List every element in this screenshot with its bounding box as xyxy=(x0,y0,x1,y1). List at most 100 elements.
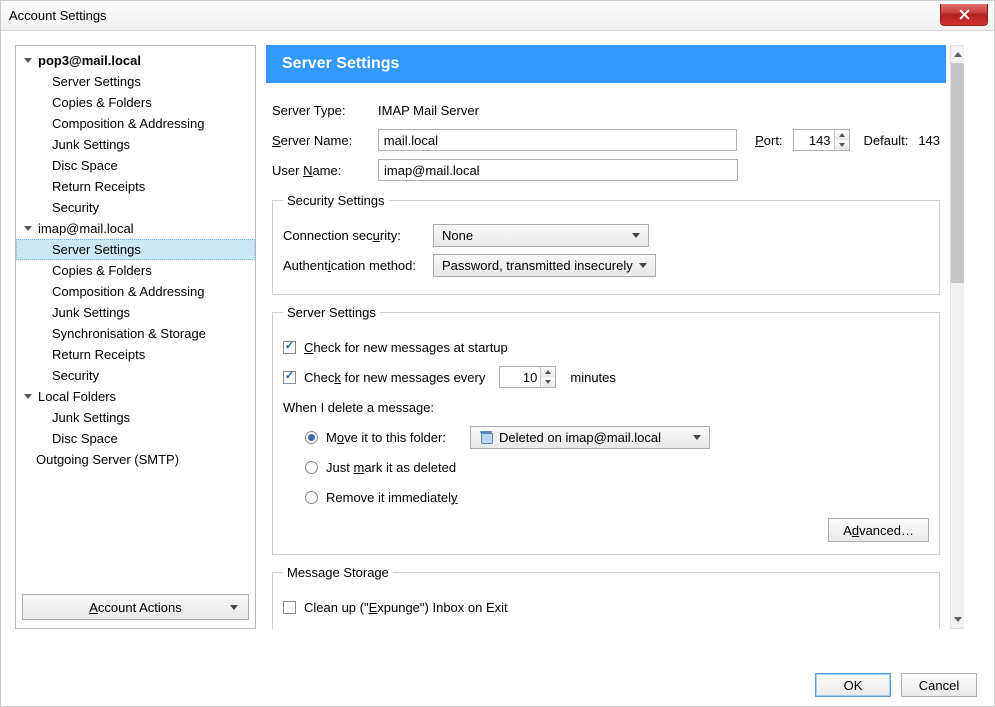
tree-label: Security xyxy=(52,200,99,215)
port-label: Port: xyxy=(755,133,782,148)
select-value: Password, transmitted insecurely xyxy=(442,258,633,273)
delete-move-label: Move it to this folder: xyxy=(326,430,446,445)
tree-label: Copies & Folders xyxy=(52,263,152,278)
sidebar-item-copies-folders[interactable]: Copies & Folders xyxy=(16,92,255,113)
tree-label: Outgoing Server (SMTP) xyxy=(36,452,179,467)
sidebar-item-outgoing-smtp[interactable]: Outgoing Server (SMTP) xyxy=(16,449,255,470)
user-name-label: User Name: xyxy=(272,163,378,178)
message-storage-legend: Message Storage xyxy=(283,565,393,580)
sidebar-item-junk[interactable]: Junk Settings xyxy=(16,134,255,155)
delete-remove-radio[interactable] xyxy=(305,491,318,504)
close-icon xyxy=(959,9,970,20)
sidebar-item-security[interactable]: Security xyxy=(16,365,255,386)
arrow-down-icon xyxy=(954,617,962,622)
select-value: Deleted on imap@mail.local xyxy=(499,430,661,445)
check-startup-label: Check for new messages at startup xyxy=(304,340,508,355)
chevron-down-icon xyxy=(230,605,238,610)
default-label: Default: xyxy=(864,133,909,148)
window-close-button[interactable] xyxy=(940,4,988,26)
tree-label: Synchronisation & Storage xyxy=(52,326,206,341)
tree-label: Copies & Folders xyxy=(52,95,152,110)
sidebar-item-composition[interactable]: Composition & Addressing xyxy=(16,281,255,302)
sidebar-item-composition[interactable]: Composition & Addressing xyxy=(16,113,255,134)
account-label: Local Folders xyxy=(38,389,116,404)
sidebar-item-copies-folders[interactable]: Copies & Folders xyxy=(16,260,255,281)
connection-security-select[interactable]: None xyxy=(433,224,649,247)
account-pop3[interactable]: pop3@mail.local xyxy=(16,50,255,71)
port-input[interactable] xyxy=(794,130,834,150)
scroll-up-button[interactable] xyxy=(951,46,965,63)
trash-icon xyxy=(479,430,493,444)
auth-method-select[interactable]: Password, transmitted insecurely xyxy=(433,254,656,277)
tree-label: Junk Settings xyxy=(52,137,130,152)
server-type-value: IMAP Mail Server xyxy=(378,103,479,118)
sidebar-item-junk[interactable]: Junk Settings xyxy=(16,302,255,323)
tree-label: Server Settings xyxy=(52,74,141,89)
tree-label: Server Settings xyxy=(52,242,141,257)
scroll-down-button[interactable] xyxy=(951,611,965,628)
connection-security-label: Connection security: xyxy=(283,228,433,243)
check-interval-label: Check for new messages every xyxy=(304,370,485,385)
spin-up[interactable] xyxy=(541,367,555,377)
delete-mark-label: Just mark it as deleted xyxy=(326,460,456,475)
check-interval-checkbox[interactable] xyxy=(283,371,296,384)
cleanup-label: Clean up ("Expunge") Inbox on Exit xyxy=(304,600,508,615)
account-imap[interactable]: imap@mail.local xyxy=(16,218,255,239)
sidebar-item-return-receipts[interactable]: Return Receipts xyxy=(16,176,255,197)
interval-spinner[interactable] xyxy=(499,366,556,388)
main-scrollbar[interactable] xyxy=(950,45,966,629)
account-actions-label: ccount Actions xyxy=(98,600,182,615)
advanced-button[interactable]: Advanced… xyxy=(828,518,929,542)
check-startup-checkbox[interactable] xyxy=(283,341,296,354)
account-local-folders[interactable]: Local Folders xyxy=(16,386,255,407)
user-name-input[interactable] xyxy=(378,159,738,181)
spin-down[interactable] xyxy=(541,377,555,387)
server-name-input[interactable] xyxy=(378,129,737,151)
security-legend: Security Settings xyxy=(283,193,389,208)
spin-down[interactable] xyxy=(835,140,849,150)
sidebar-item-return-receipts[interactable]: Return Receipts xyxy=(16,344,255,365)
tree-label: Disc Space xyxy=(52,431,118,446)
port-spinner[interactable] xyxy=(793,129,850,151)
window-title: Account Settings xyxy=(9,8,107,23)
interval-input[interactable] xyxy=(500,367,540,387)
tree-label: Junk Settings xyxy=(52,305,130,320)
sidebar-item-security[interactable]: Security xyxy=(16,197,255,218)
tree-label: Composition & Addressing xyxy=(52,116,204,131)
collapse-icon xyxy=(24,58,32,63)
tree-label: Return Receipts xyxy=(52,179,145,194)
account-actions-button[interactable]: Account Actions xyxy=(22,594,249,620)
chevron-down-icon xyxy=(632,233,640,238)
sidebar-item-server-settings[interactable]: Server Settings xyxy=(16,71,255,92)
scroll-thumb[interactable] xyxy=(951,63,965,283)
auth-method-label: Authentication method: xyxy=(283,258,433,273)
select-value: None xyxy=(442,228,473,243)
sidebar-item-junk[interactable]: Junk Settings xyxy=(16,407,255,428)
chevron-down-icon xyxy=(639,263,647,268)
sidebar-item-disc-space[interactable]: Disc Space xyxy=(16,155,255,176)
sidebar-item-server-settings-selected[interactable]: Server Settings xyxy=(16,239,255,260)
panel-header: Server Settings xyxy=(266,45,946,83)
account-label: imap@mail.local xyxy=(38,221,134,236)
tree-label: Security xyxy=(52,368,99,383)
account-sidebar: pop3@mail.local Server Settings Copies &… xyxy=(15,45,256,629)
security-settings-group: Security Settings Connection security: N… xyxy=(272,193,940,295)
delete-folder-select[interactable]: Deleted on imap@mail.local xyxy=(470,426,710,449)
delete-remove-label: Remove it immediately xyxy=(326,490,458,505)
ok-button[interactable]: OK xyxy=(815,673,891,697)
tree-label: Composition & Addressing xyxy=(52,284,204,299)
arrow-up-icon xyxy=(954,52,962,57)
collapse-icon xyxy=(24,226,32,231)
tree-label: Disc Space xyxy=(52,158,118,173)
delete-move-radio[interactable] xyxy=(305,431,318,444)
tree-label: Junk Settings xyxy=(52,410,130,425)
server-name-label: Server Name: xyxy=(272,133,378,148)
spin-up[interactable] xyxy=(835,130,849,140)
sidebar-item-disc-space[interactable]: Disc Space xyxy=(16,428,255,449)
cancel-button[interactable]: Cancel xyxy=(901,673,977,697)
default-value: 143 xyxy=(918,133,940,148)
cleanup-checkbox[interactable] xyxy=(283,601,296,614)
sidebar-item-sync-storage[interactable]: Synchronisation & Storage xyxy=(16,323,255,344)
delete-mark-radio[interactable] xyxy=(305,461,318,474)
account-label: pop3@mail.local xyxy=(38,53,141,68)
